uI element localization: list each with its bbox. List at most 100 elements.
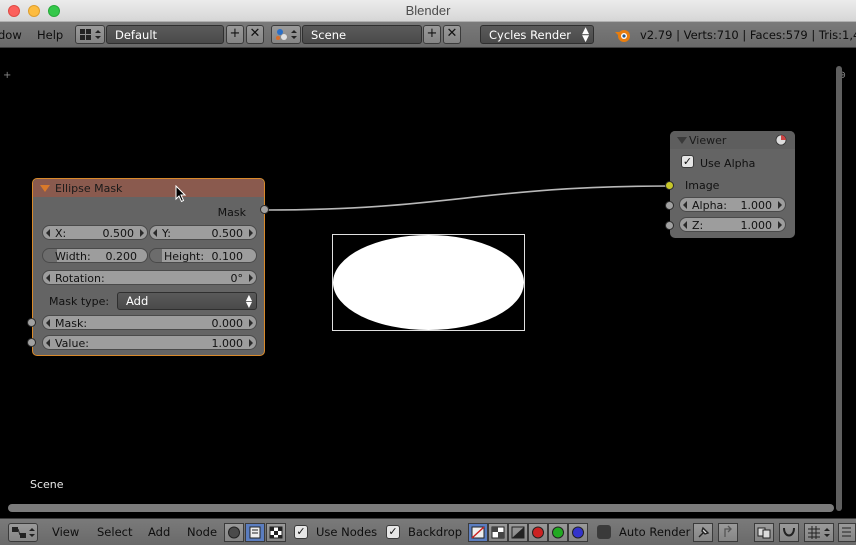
z-input-socket[interactable] — [665, 221, 674, 230]
alpha-icon — [511, 526, 525, 539]
alpha-input-socket[interactable] — [665, 201, 674, 210]
backdrop-checkbox[interactable]: ✓ — [386, 525, 400, 539]
checkmark-icon: ✓ — [682, 155, 693, 168]
green-channel-button[interactable] — [548, 523, 568, 542]
checker-icon — [491, 526, 505, 539]
backdrop-color-button[interactable] — [488, 523, 508, 542]
backdrop-color-alpha-button[interactable] — [468, 523, 488, 542]
add-screen-button[interactable]: + — [226, 25, 244, 44]
snap-element-dropdown[interactable] — [804, 523, 834, 542]
y-slider[interactable]: Y: 0.500 — [149, 225, 257, 240]
value-input-slider[interactable]: Value: 1.000 — [42, 335, 257, 350]
delete-scene-button[interactable]: ✕ — [443, 25, 461, 44]
viewer-node-title: Viewer — [689, 134, 727, 147]
render-preview-icon[interactable] — [775, 134, 787, 146]
z-slider[interactable]: Z: 1.000 — [679, 217, 786, 232]
compositing-nodes-button[interactable] — [245, 523, 265, 542]
ellipse-mask-node-title: Ellipse Mask — [55, 182, 123, 195]
snap-target-button[interactable] — [838, 523, 856, 542]
layout-grid-icon — [80, 29, 101, 40]
mask-input-socket[interactable] — [27, 318, 36, 327]
mask-output-socket[interactable] — [260, 205, 269, 214]
auto-render-checkbox[interactable] — [597, 525, 611, 539]
use-alpha-checkbox[interactable]: ✓ — [681, 155, 694, 168]
snap-toggle-button[interactable] — [779, 523, 799, 542]
rotation-slider[interactable]: Rotation: 0° — [42, 270, 257, 285]
height-slider[interactable]: Height: 0.100 — [149, 248, 257, 263]
ellipse-mask-preview — [333, 235, 524, 330]
value-input-socket[interactable] — [27, 338, 36, 347]
shader-nodes-button[interactable] — [224, 523, 244, 542]
scene-stats: v2.79 | Verts:710 | Faces:579 | Tris:1,4… — [640, 28, 856, 42]
x-slider[interactable]: X: 0.500 — [42, 225, 148, 240]
scene-icon — [276, 29, 297, 40]
mask-input-slider[interactable]: Mask: 0.000 — [42, 315, 257, 330]
node-editor-icon — [12, 527, 35, 538]
scene-selector[interactable] — [271, 25, 301, 44]
collapse-triangle-icon[interactable] — [40, 185, 50, 192]
pin-icon — [698, 526, 710, 538]
backdrop-label: Backdrop — [408, 525, 463, 539]
menu-select[interactable]: Select — [97, 525, 132, 539]
add-scene-button[interactable]: + — [423, 25, 441, 44]
pin-button[interactable] — [693, 523, 713, 542]
screen-layout-field[interactable]: Default — [106, 25, 224, 44]
editor-type-selector[interactable] — [8, 523, 38, 542]
menu-add[interactable]: Add — [148, 525, 170, 539]
alpha-slider[interactable]: Alpha: 1.000 — [679, 197, 786, 212]
copy-icon — [757, 527, 771, 539]
vertical-scrollbar[interactable] — [836, 66, 842, 511]
image-input-socket[interactable] — [665, 181, 674, 190]
menu-node[interactable]: Node — [187, 525, 217, 539]
color-alpha-icon — [471, 526, 485, 539]
node-editor[interactable]: + ⊕ Ellipse Mask Mask X: 0.500 Y: 0.500 … — [0, 48, 856, 518]
copy-nodes-button[interactable] — [754, 523, 774, 542]
mask-output-label: Mask — [217, 206, 246, 219]
collapse-triangle-icon[interactable] — [677, 137, 687, 144]
blue-channel-button[interactable] — [568, 523, 588, 542]
width-slider[interactable]: Width: 0.200 — [42, 248, 148, 263]
use-nodes-label: Use Nodes — [316, 525, 378, 539]
backdrop-alpha-button[interactable] — [508, 523, 528, 542]
node-editor-header: View Select Add Node ✓ Use Nodes ✓ Backd… — [0, 518, 856, 545]
green-channel-icon — [552, 526, 564, 539]
mask-type-dropdown[interactable]: Add ▲ ▼ — [117, 292, 257, 310]
plus-icon: + — [229, 26, 241, 41]
blue-channel-icon — [572, 526, 584, 539]
viewer-node[interactable]: Viewer ✓ Use Alpha Image Alpha: 1.000 Z:… — [670, 131, 795, 238]
updown-arrows-icon: ▲ ▼ — [582, 26, 589, 44]
menu-view[interactable]: View — [52, 525, 79, 539]
scene-name-overlay: Scene — [30, 478, 64, 491]
checkmark-icon: ✓ — [388, 525, 398, 538]
info-header: dow Help Default + ✕ Scene + ✕ Cycles Re… — [0, 22, 856, 48]
texture-nodes-button[interactable] — [266, 523, 286, 542]
scene-field[interactable]: Scene — [302, 25, 422, 44]
render-engine-dropdown[interactable]: Cycles Render ▲ ▼ — [480, 25, 594, 44]
compositing-icon — [249, 526, 261, 539]
shader-sphere-icon — [228, 526, 240, 539]
ellipse-mask-node[interactable]: Ellipse Mask Mask X: 0.500 Y: 0.500 Widt… — [32, 178, 265, 356]
mouse-cursor-icon — [175, 185, 187, 203]
viewer-node-header[interactable]: Viewer — [670, 131, 795, 149]
checkmark-icon: ✓ — [296, 525, 306, 538]
snap-grid-icon — [808, 526, 830, 539]
mask-type-label: Mask type: — [49, 295, 110, 308]
menu-window[interactable]: dow — [0, 28, 22, 42]
x-icon: ✕ — [446, 26, 458, 41]
magnet-icon — [783, 527, 795, 537]
menu-help[interactable]: Help — [37, 28, 63, 42]
use-nodes-checkbox[interactable]: ✓ — [294, 525, 308, 539]
blender-logo-icon — [615, 30, 630, 42]
plus-icon: + — [426, 26, 438, 41]
red-channel-button[interactable] — [528, 523, 548, 542]
horizontal-scrollbar[interactable] — [8, 504, 834, 512]
updown-arrows-icon: ▲ ▼ — [245, 293, 252, 309]
snap-target-icon — [842, 527, 851, 537]
ellipse-mask-node-header[interactable]: Ellipse Mask — [33, 179, 264, 197]
go-to-parent-button[interactable] — [718, 523, 738, 542]
screen-layout-selector[interactable] — [75, 25, 105, 44]
red-channel-icon — [532, 526, 544, 539]
parent-arrow-icon — [724, 525, 732, 537]
backdrop-preview-frame — [332, 234, 525, 331]
delete-screen-button[interactable]: ✕ — [246, 25, 264, 44]
